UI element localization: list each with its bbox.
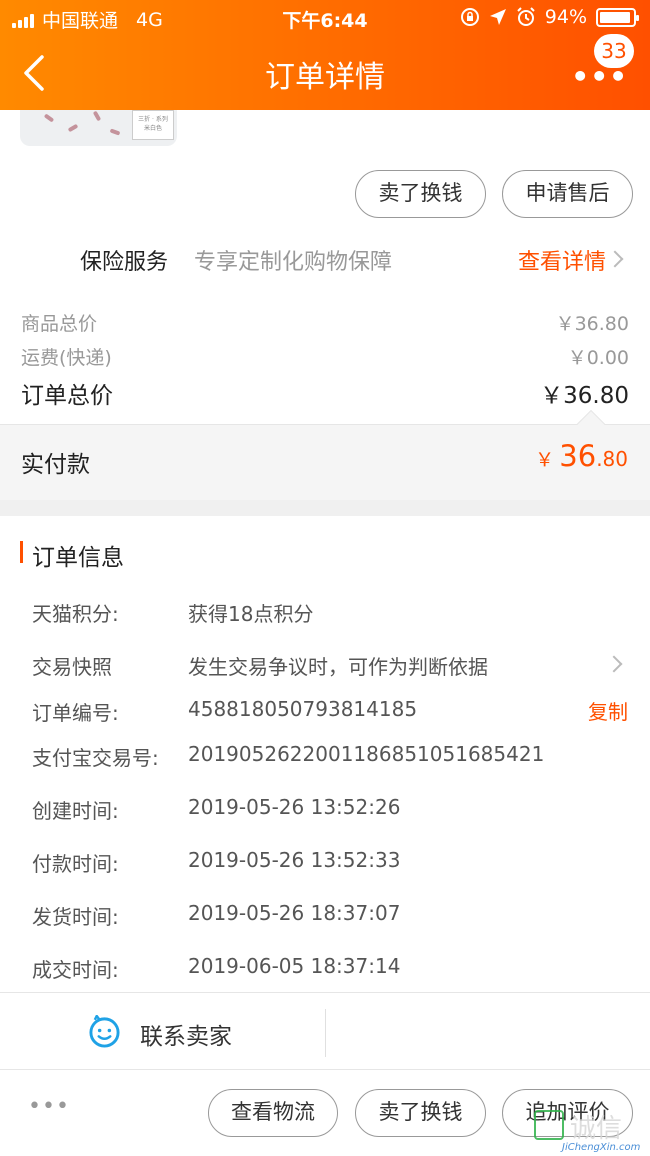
alarm-icon xyxy=(517,7,535,26)
actual-paid-amount: ￥ 36.80 xyxy=(535,439,628,473)
alipay-transaction-label: 支付宝交易号: xyxy=(32,746,159,770)
chevron-right-icon xyxy=(606,250,624,268)
apply-after-sale-button[interactable]: 申请售后 xyxy=(502,170,633,218)
order-total-value: ￥36.80 xyxy=(540,383,629,409)
vertical-divider xyxy=(325,1009,326,1057)
insurance-description: 专享定制化购物保障 xyxy=(194,250,393,275)
sell-for-cash-bottom-button[interactable]: 卖了换钱 xyxy=(355,1089,486,1137)
order-number-label: 订单编号: xyxy=(32,701,119,725)
created-time-value: 2019-05-26 13:52:26 xyxy=(188,795,401,819)
payment-time-label: 付款时间: xyxy=(32,852,119,876)
shipping-label: 运费(快递) xyxy=(21,347,112,369)
section-accent-bar xyxy=(20,541,23,563)
snapshot-value[interactable]: 发生交易争议时，可作为判断依据 xyxy=(188,651,488,680)
status-right: 94% xyxy=(460,6,639,28)
completed-time-value: 2019-06-05 18:37:14 xyxy=(188,954,401,978)
points-label: 天猫积分: xyxy=(32,602,119,626)
product-image[interactable]: 三折 · 系列 米白色 xyxy=(20,110,177,146)
order-info-title: 订单信息 xyxy=(32,545,124,571)
chat-smile-icon[interactable] xyxy=(88,1015,121,1048)
shipping-value: ￥0.00 xyxy=(567,347,629,369)
shipped-time-value: 2019-05-26 18:37:07 xyxy=(188,901,401,925)
completed-time-label: 成交时间: xyxy=(32,958,119,982)
watermark-logo: 诚信 JiChengXin.com xyxy=(532,1106,650,1156)
watermark-url: JiChengXin.com xyxy=(562,1142,641,1153)
copy-order-number-button[interactable]: 复制 xyxy=(588,696,628,725)
chevron-right-icon xyxy=(605,655,623,673)
paid-currency: ￥ xyxy=(535,449,555,471)
contact-seller-button[interactable]: 联系卖家 xyxy=(140,1017,232,1051)
shipping-row: 运费(快递) ￥0.00 xyxy=(21,343,629,370)
actual-paid-section: 实付款 ￥ 36.80 xyxy=(0,424,650,500)
more-actions-icon[interactable]: ••• xyxy=(28,1094,70,1119)
view-logistics-button[interactable]: 查看物流 xyxy=(208,1089,338,1137)
created-time-label: 创建时间: xyxy=(32,799,119,823)
contact-seller-row: 联系卖家 xyxy=(0,993,650,1069)
shipped-time-label: 发货时间: xyxy=(32,905,119,929)
rotation-lock-icon xyxy=(460,8,479,26)
paid-integer: 36 xyxy=(559,439,597,473)
goods-total-label: 商品总价 xyxy=(21,313,98,335)
order-total-row: 订单总价 ￥36.80 xyxy=(21,376,629,410)
payment-time-value: 2019-05-26 13:52:33 xyxy=(188,848,401,872)
order-total-label: 订单总价 xyxy=(21,383,113,409)
points-value: 获得18点积分 xyxy=(188,602,314,626)
insurance-label: 保险服务 xyxy=(80,250,169,275)
more-menu-icon[interactable]: ••• xyxy=(571,60,628,93)
goods-total-row: 商品总价 ￥36.80 xyxy=(21,309,629,336)
actual-paid-label: 实付款 xyxy=(21,452,90,478)
battery-icon xyxy=(596,7,639,27)
battery-percent: 94% xyxy=(544,6,587,28)
header-bar: 中国联通 4G 下午6:44 94% 订单详情 33 ••• xyxy=(0,0,650,110)
goods-total-value: ￥36.80 xyxy=(555,313,629,335)
insurance-details-link[interactable]: 查看详情 xyxy=(518,244,606,276)
page-title: 订单详情 xyxy=(265,60,385,95)
paid-decimal: .80 xyxy=(596,447,628,471)
order-number-value: 458818050793814185 xyxy=(188,697,418,721)
snapshot-label[interactable]: 交易快照 xyxy=(32,651,112,680)
location-icon xyxy=(489,9,506,25)
sell-for-cash-button[interactable]: 卖了换钱 xyxy=(355,170,486,218)
status-bar: 中国联通 4G 下午6:44 94% xyxy=(0,0,650,36)
section-divider xyxy=(0,500,650,516)
alipay-transaction-value: 2019052622001186851051685421 xyxy=(188,742,545,766)
watermark-text: 诚信 xyxy=(570,1114,623,1144)
